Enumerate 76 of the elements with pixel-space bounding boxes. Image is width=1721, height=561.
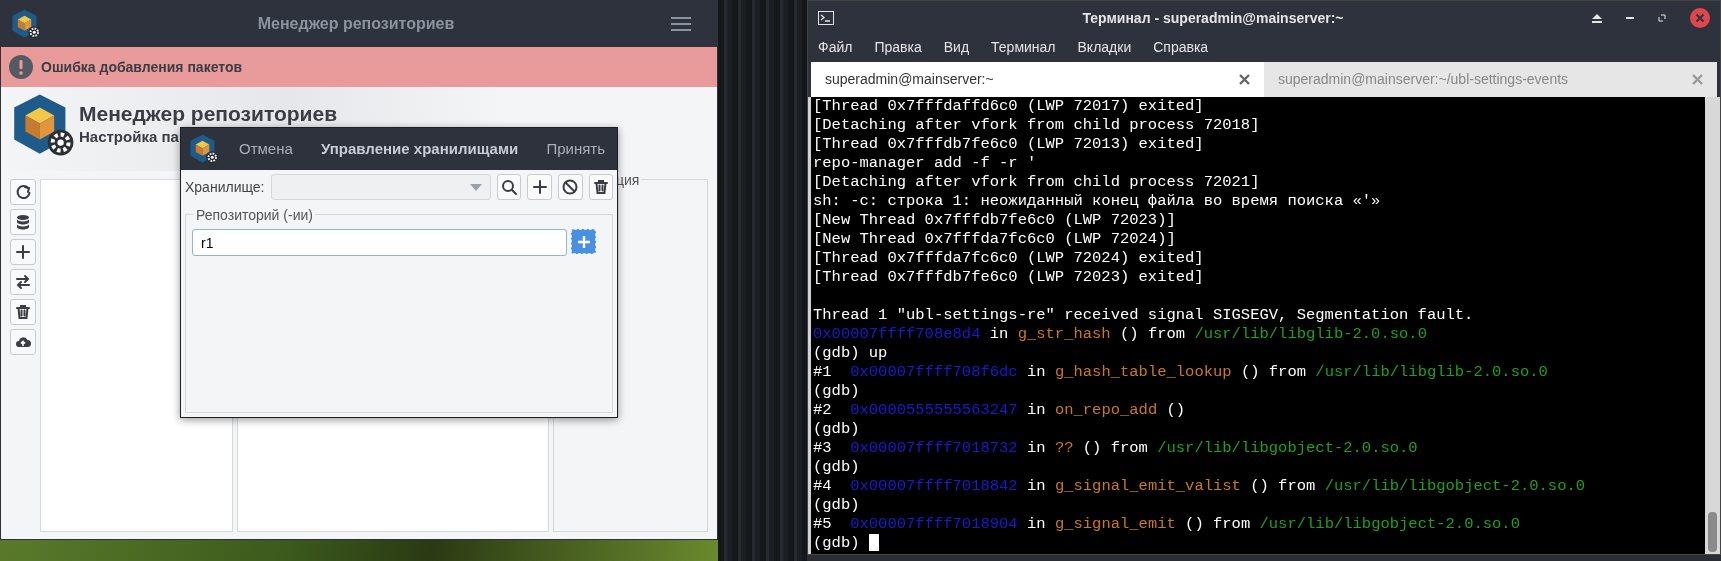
trash-icon xyxy=(15,304,31,320)
cancel-button[interactable]: Отмена xyxy=(235,135,297,163)
menu-icon[interactable] xyxy=(671,16,691,32)
terminal-line: #2 0x0000555555563247 in on_repo_add () xyxy=(813,401,1187,420)
menu-item[interactable]: Терминал xyxy=(989,36,1058,58)
search-button[interactable] xyxy=(496,174,522,200)
plus-icon xyxy=(576,234,591,249)
menu-item[interactable]: Справка xyxy=(1151,36,1211,58)
terminal-line: [New Thread 0x7fffdb7fe6c0 (LWP 72023)] xyxy=(813,211,1177,230)
menu-item[interactable]: Вид xyxy=(941,36,972,58)
terminal-line: #1 0x00007ffff708f6dc in g_hash_table_lookup () from /usr/lib/libglib-2.0.so.0 xyxy=(813,363,1549,382)
terminal-line: #5 0x00007ffff7018904 in g_signal_emit () from /usr/lib/libgobject-2.0.so.0 xyxy=(813,515,1521,534)
storage-label: Хранилище: xyxy=(185,177,265,197)
terminal-line: (gdb) xyxy=(813,534,860,553)
terminal-line: #3 0x00007ffff7018732 in ?? () from /usr/lib/libgobject-2.0.so.0 xyxy=(813,439,1419,458)
close-icon[interactable] xyxy=(1239,74,1250,85)
scrollbar[interactable] xyxy=(1705,97,1720,554)
terminal-line: [Thread 0x7fffdb7fe6c0 (LWP 72013) exited] xyxy=(813,135,1205,154)
plus-icon xyxy=(15,244,31,260)
block-icon xyxy=(562,179,579,195)
terminal-icon xyxy=(818,11,834,25)
shade-icon[interactable] xyxy=(1592,13,1602,23)
refresh-icon xyxy=(15,184,31,200)
tab-label: superadmin@mainserver:~/ubl-settings-events xyxy=(1278,70,1570,89)
add-button[interactable] xyxy=(527,174,552,200)
terminal-line: [Thread 0x7fffdb7fe6c0 (LWP 72023) exited] xyxy=(813,268,1205,287)
window-title: Менеджер репозиториев xyxy=(257,15,455,32)
repository-input[interactable]: r1 xyxy=(192,229,567,256)
window-title: Терминал - superadmin@mainserver:~ xyxy=(1082,10,1344,26)
terminal-line: Thread 1 "ubl-settings-re" received signal SIGSEGV, Segmentation fault. xyxy=(813,306,1475,325)
app-heading: Менеджер репозиториев xyxy=(79,101,338,127)
terminal-line: (gdb) xyxy=(813,496,861,515)
toolbar-button[interactable] xyxy=(10,239,36,265)
warning-icon xyxy=(9,55,33,79)
restore-icon[interactable] xyxy=(1658,14,1666,22)
terminal-line: [New Thread 0x7fffda7fc6c0 (LWP 72024)] xyxy=(813,230,1177,249)
terminal-line: sh: -c: строка 1: неожиданный конец файла во время поиска «'» xyxy=(813,192,1382,211)
terminal-line: [Detaching after vfork from child process 72018] xyxy=(813,116,1261,135)
search-icon xyxy=(501,179,518,195)
tab-label: superadmin@mainserver:~ xyxy=(825,70,995,89)
plus-icon xyxy=(531,179,548,195)
terminal-line: [Detaching after vfork from child process 72021] xyxy=(813,173,1261,192)
toolbar-button[interactable] xyxy=(10,269,36,295)
app-logo-icon xyxy=(189,134,219,164)
menu-item[interactable]: Правка xyxy=(872,36,924,58)
delete-button[interactable] xyxy=(588,174,613,200)
terminal-tab[interactable]: superadmin@mainserver:~ xyxy=(811,62,1264,97)
toolbar-button[interactable] xyxy=(10,179,36,205)
toolbar-button[interactable] xyxy=(10,209,36,235)
scrollbar-thumb[interactable] xyxy=(1708,512,1717,552)
accept-button[interactable]: Принять xyxy=(542,135,609,163)
toolbar-button[interactable] xyxy=(10,329,36,355)
terminal-line: (gdb) xyxy=(813,382,861,401)
dialog-title: Управление хранилищами xyxy=(321,140,519,157)
trash-icon xyxy=(592,179,609,195)
toolbar-button[interactable] xyxy=(10,299,36,325)
terminal-line: 0x00007ffff708e8d4 in g_str_hash () from /usr/lib/libglib-2.0.so.0 xyxy=(813,325,1428,344)
swap-arrows-icon xyxy=(15,274,31,290)
menu-item[interactable]: Вкладки xyxy=(1075,36,1134,58)
terminal-line: #4 0x00007ffff7018842 in g_signal_emit_valist () from /usr/lib/libgobject-2.0.so.0 xyxy=(813,477,1587,496)
terminal-line: (gdb) xyxy=(813,458,861,477)
terminal-line: (gdb) xyxy=(813,420,861,439)
terminal-line: [Thread 0x7fffda7fc6c0 (LWP 72024) exited] xyxy=(813,249,1205,268)
disable-button[interactable] xyxy=(558,174,583,200)
database-icon xyxy=(15,214,31,230)
error-message: Ошибка добавления пакетов xyxy=(41,57,243,77)
caret-icon xyxy=(469,183,482,191)
terminal-line: [Thread 0x7fffdaffd6c0 (LWP 72017) exited] xyxy=(813,97,1205,116)
add-repository-button[interactable] xyxy=(571,229,596,254)
app-logo-icon xyxy=(11,9,41,39)
terminal-line: repo-manager add -f -r ' xyxy=(813,154,1038,173)
app-logo-icon xyxy=(11,93,75,157)
menu-item[interactable]: Файл xyxy=(816,36,855,58)
cloud-upload-icon xyxy=(15,334,31,350)
terminal-line: (gdb) up xyxy=(813,344,889,363)
close-icon[interactable] xyxy=(1690,8,1710,28)
